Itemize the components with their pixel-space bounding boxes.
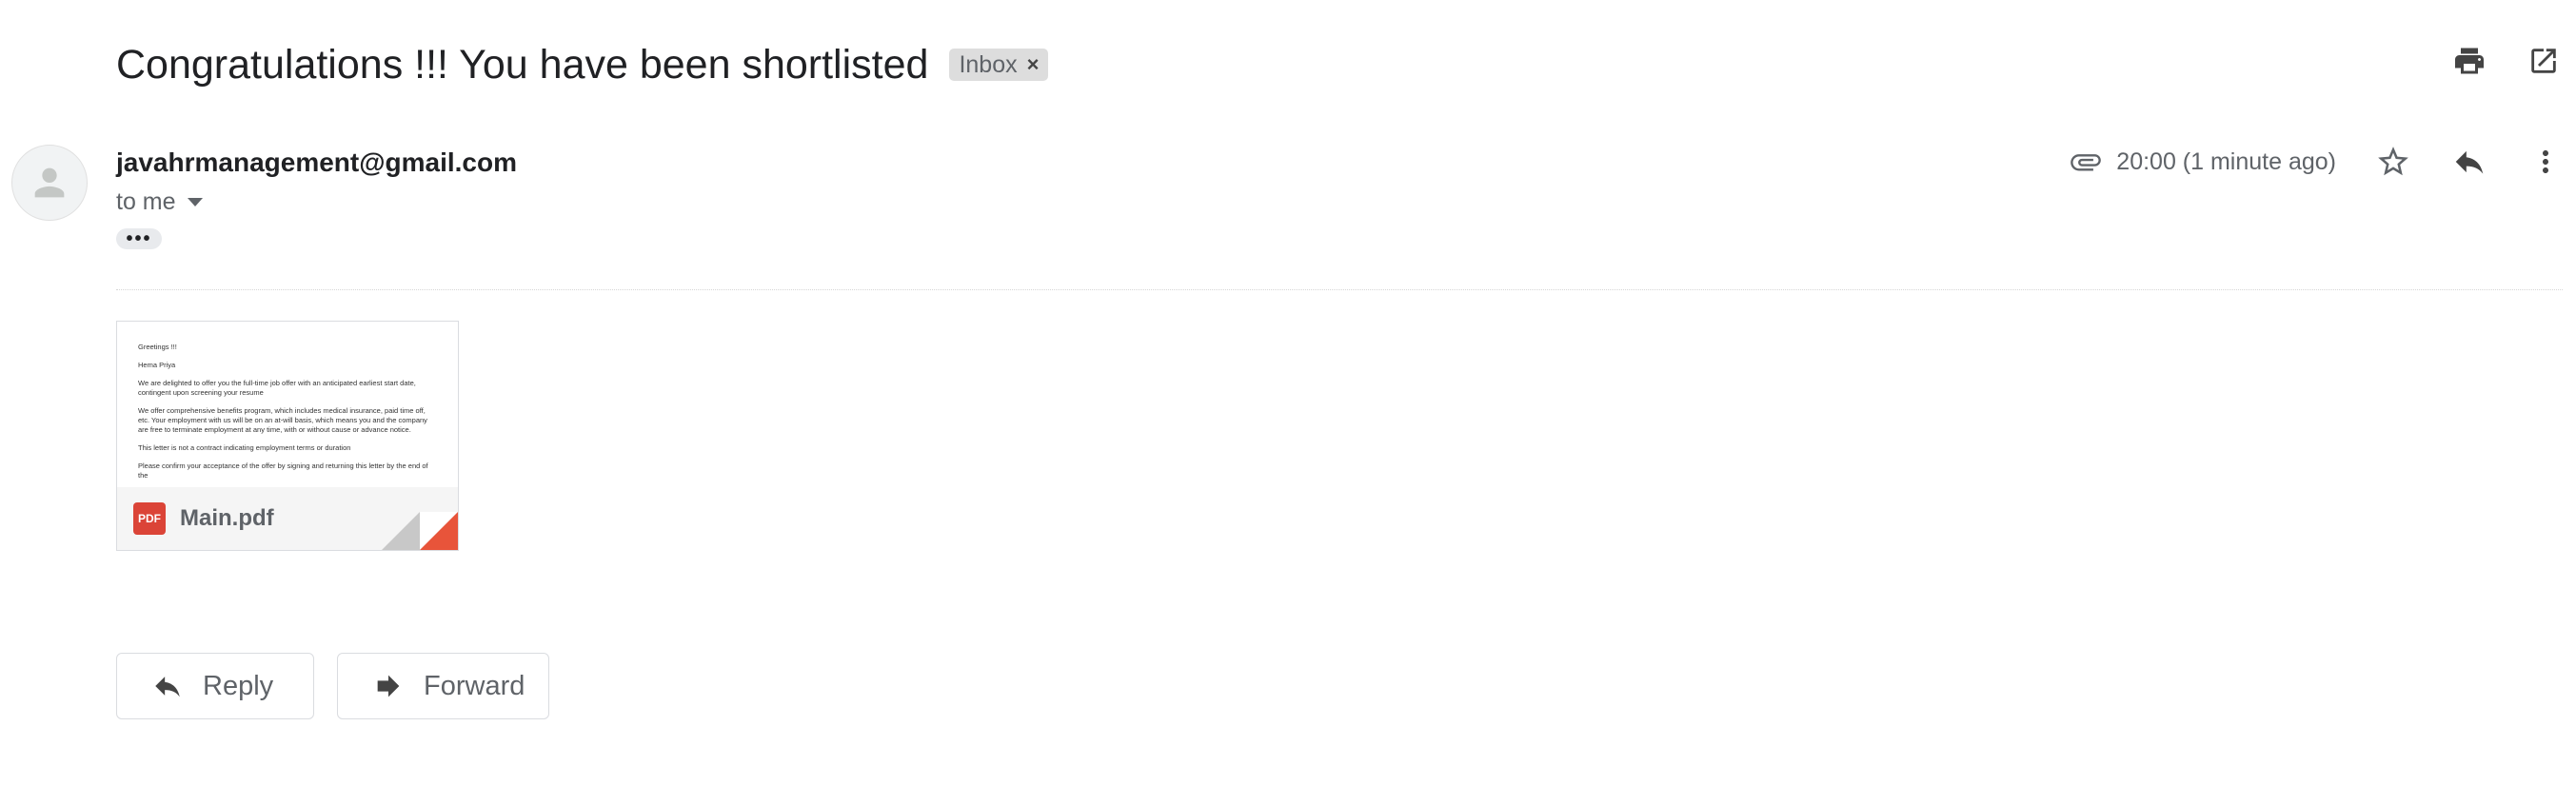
paperclip-icon [2067, 143, 2105, 181]
forward-label: Forward [424, 670, 525, 701]
reply-label: Reply [203, 670, 274, 701]
page-fold-icon [382, 512, 458, 550]
open-in-new-window-button[interactable] [2525, 42, 2563, 80]
recipient-line: to me [116, 188, 203, 216]
reply-icon [151, 670, 184, 702]
message-timestamp: 20:00 (1 minute ago) [2116, 147, 2336, 175]
reply-icon-button[interactable] [2450, 143, 2488, 181]
header-divider [116, 289, 2563, 290]
recipient-text: to me [116, 188, 176, 215]
print-button[interactable] [2450, 42, 2488, 80]
reply-button[interactable]: Reply [116, 653, 314, 719]
remove-label-icon[interactable]: × [1027, 52, 1040, 77]
pdf-file-icon: PDF [133, 502, 166, 535]
open-in-new-icon [2531, 49, 2556, 73]
preview-line: Hema Priya [138, 361, 176, 369]
sender-avatar[interactable] [11, 145, 88, 221]
star-button[interactable] [2374, 143, 2412, 181]
star-icon [2378, 147, 2408, 176]
printer-icon [2455, 48, 2484, 74]
sender-email[interactable]: javahrmanagement@gmail.com [116, 147, 517, 178]
email-view: Congratulations !!! You have been shortl… [0, 0, 2576, 805]
person-icon [34, 167, 65, 198]
attachment-preview: Greetings !!! Hema Priya We are delighte… [117, 322, 458, 481]
email-subject: Congratulations !!! You have been shortl… [116, 41, 929, 88]
forward-icon [372, 670, 405, 702]
message-actions [2374, 143, 2565, 181]
preview-line: We offer comprehensive benefits program,… [138, 406, 427, 434]
show-trimmed-content-button[interactable]: ••• [116, 228, 162, 249]
forward-button[interactable]: Forward [337, 653, 549, 719]
message-meta: 20:00 (1 minute ago) [2067, 143, 2565, 181]
header-actions [2450, 42, 2563, 80]
attachment-filename: Main.pdf [180, 505, 274, 531]
preview-line: Please confirm your acceptance of the of… [138, 461, 428, 480]
subject-row: Congratulations !!! You have been shortl… [116, 34, 1049, 95]
more-options-button[interactable] [2526, 143, 2565, 181]
label-text: Inbox [959, 50, 1018, 78]
more-vert-icon [2543, 150, 2548, 173]
reply-icon [2455, 150, 2484, 174]
preview-line: We are delighted to offer you the full-t… [138, 379, 416, 397]
preview-line: This letter is not a contract indicating… [138, 443, 351, 452]
attachment-card[interactable]: Greetings !!! Hema Priya We are delighte… [116, 321, 459, 551]
inbox-label-chip[interactable]: Inbox × [949, 49, 1049, 81]
preview-line: Greetings !!! [138, 343, 177, 351]
show-details-caret-icon[interactable] [187, 198, 203, 206]
